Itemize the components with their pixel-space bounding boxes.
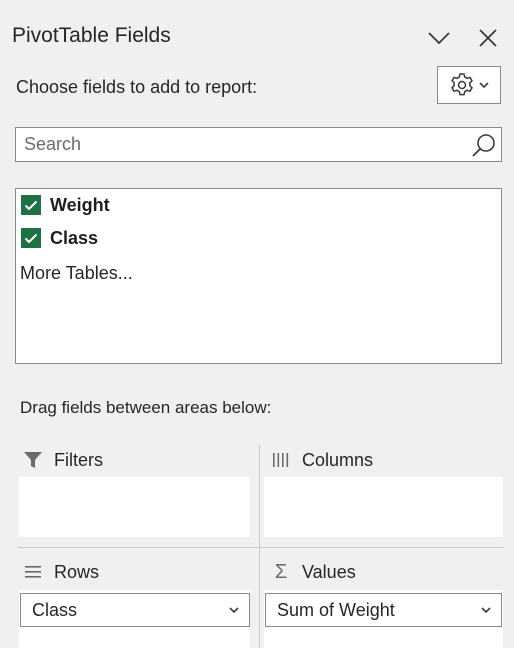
columns-drop-zone[interactable] <box>264 477 503 537</box>
search-icon[interactable] <box>471 132 497 158</box>
chevron-down-icon <box>229 606 239 613</box>
pill-label: Class <box>32 599 78 620</box>
filter-icon <box>22 449 44 471</box>
field-list-settings-button[interactable] <box>437 66 501 104</box>
gear-icon <box>451 73 473 96</box>
filters-label: Filters <box>54 449 103 470</box>
chevron-down-icon <box>481 606 491 613</box>
search-box <box>15 127 502 162</box>
filters-drop-zone[interactable] <box>19 477 250 537</box>
columns-icon <box>270 449 292 471</box>
pill-label: Sum of Weight <box>277 599 395 620</box>
checkmark-icon <box>24 200 38 210</box>
close-icon <box>479 29 497 47</box>
rows-icon <box>22 561 44 583</box>
values-field-pill[interactable]: Sum of Weight <box>265 593 502 627</box>
rows-area-header: Rows <box>22 561 99 583</box>
field-label: Class <box>50 227 99 248</box>
sigma-icon: Σ <box>274 560 288 583</box>
close-pane-button[interactable] <box>476 26 500 50</box>
drag-fields-label: Drag fields between areas below: <box>20 398 272 417</box>
choose-fields-label: Choose fields to add to report: <box>16 77 258 97</box>
values-area-header: Σ Values <box>270 561 356 583</box>
search-input[interactable] <box>16 128 466 161</box>
columns-area-header: Columns <box>270 449 373 471</box>
checkmark-icon <box>24 233 38 243</box>
filters-area-header: Filters <box>22 449 103 471</box>
pane-options-chevron-button[interactable] <box>427 26 451 50</box>
chevron-down-icon <box>428 32 450 45</box>
more-tables-link[interactable]: More Tables... <box>20 263 133 284</box>
field-label: Weight <box>50 194 110 215</box>
area-divider-horizontal <box>18 547 504 548</box>
field-item-weight[interactable]: Weight <box>21 193 110 217</box>
checkbox-checked[interactable] <box>21 228 41 248</box>
pane-title: PivotTable Fields <box>12 24 171 47</box>
field-item-class[interactable]: Class <box>21 226 98 250</box>
checkbox-checked[interactable] <box>21 195 41 215</box>
rows-label: Rows <box>54 561 100 582</box>
field-list: Weight Class More Tables... <box>15 188 502 364</box>
values-label: Values <box>302 561 356 582</box>
rows-field-pill[interactable]: Class <box>20 593 250 627</box>
columns-label: Columns <box>302 449 374 470</box>
chevron-down-icon <box>479 81 489 88</box>
